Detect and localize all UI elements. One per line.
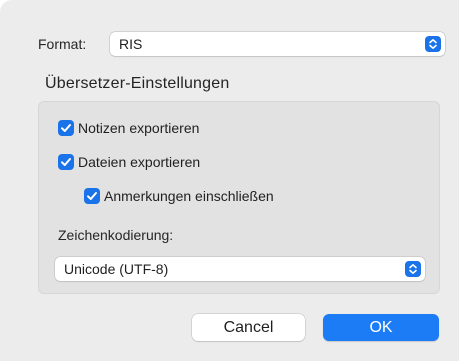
format-select-value: RIS — [119, 36, 143, 52]
export-notes-checkbox[interactable] — [58, 120, 74, 136]
include-annotations-label: Anmerkungen einschließen — [104, 188, 274, 204]
encoding-label: Zeichenkodierung: — [58, 227, 174, 243]
format-select[interactable]: RIS — [110, 32, 445, 56]
checkmark-icon — [87, 192, 97, 200]
section-title: Übersetzer-Einstellungen — [45, 75, 230, 92]
include-annotations-option[interactable]: Anmerkungen einschließen — [84, 188, 274, 204]
export-files-option[interactable]: Dateien exportieren — [58, 154, 200, 170]
translator-settings-group: Notizen exportieren Dateien exportieren … — [38, 101, 440, 294]
export-notes-option[interactable]: Notizen exportieren — [58, 120, 199, 136]
format-label: Format: — [38, 36, 87, 52]
cancel-button[interactable]: Cancel — [192, 314, 305, 341]
format-row: Format: RIS — [38, 32, 445, 56]
checkmark-icon — [61, 124, 71, 132]
checkmark-icon — [61, 158, 71, 166]
ok-button[interactable]: OK — [323, 314, 439, 341]
export-options-dialog: Format: RIS Übersetzer-Einstellungen Not… — [0, 0, 459, 361]
chevron-updown-icon — [405, 261, 421, 277]
export-files-label: Dateien exportieren — [78, 154, 201, 170]
encoding-select-value: Unicode (UTF-8) — [64, 261, 169, 277]
export-notes-label: Notizen exportieren — [78, 120, 200, 136]
encoding-select[interactable]: Unicode (UTF-8) — [55, 257, 425, 281]
include-annotations-checkbox[interactable] — [84, 188, 100, 204]
export-files-checkbox[interactable] — [58, 154, 74, 170]
chevron-updown-icon — [425, 36, 441, 52]
